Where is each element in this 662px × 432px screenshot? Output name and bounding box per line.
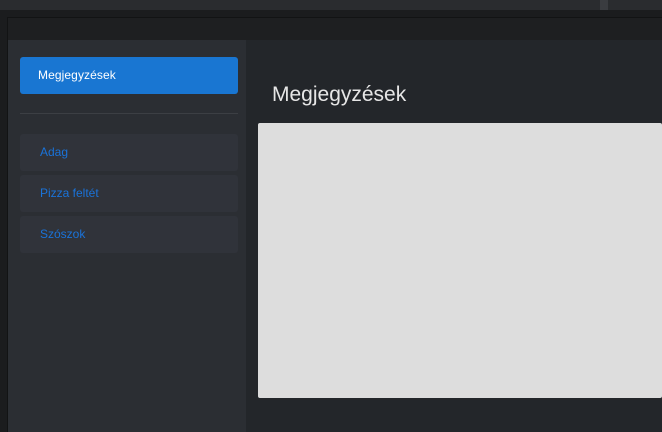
notes-panel — [258, 123, 662, 398]
window-titlebar — [8, 18, 662, 40]
sidebar: Megjegyzések Adag Pizza feltét Szószok — [8, 40, 246, 432]
background-strip — [0, 0, 662, 10]
sidebar-item-adag[interactable]: Adag — [20, 134, 238, 171]
sidebar-item-pizza-feltet[interactable]: Pizza feltét — [20, 175, 238, 212]
background-notch — [600, 0, 608, 10]
app-window: Megjegyzések Adag Pizza feltét Szószok M… — [8, 18, 662, 432]
page-title: Megjegyzések — [272, 83, 407, 106]
sidebar-nav-list: Adag Pizza feltét Szószok — [20, 134, 238, 257]
sidebar-item-szoszok[interactable]: Szószok — [20, 216, 238, 253]
sidebar-item-megjegyzesek[interactable]: Megjegyzések — [20, 57, 238, 94]
main-content: Megjegyzések — [246, 40, 662, 432]
sidebar-divider — [20, 113, 238, 114]
